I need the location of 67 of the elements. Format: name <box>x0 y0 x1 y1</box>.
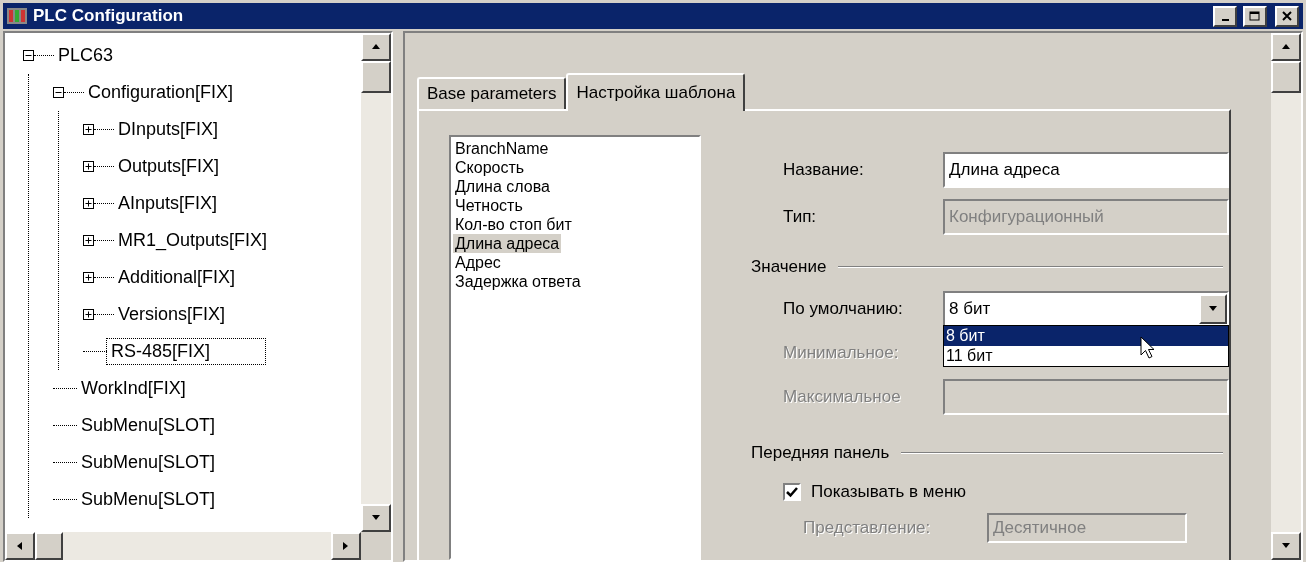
field-label: Название: <box>783 160 865 180</box>
default-value-dropdown[interactable]: 8 бит <box>943 291 1229 327</box>
expand-icon[interactable] <box>83 272 94 283</box>
vertical-scrollbar[interactable] <box>1271 33 1301 560</box>
expand-icon[interactable] <box>83 309 94 320</box>
field-label: Максимальное <box>783 387 902 407</box>
tab[interactable]: Base parameters <box>417 77 567 109</box>
tree-item[interactable]: AInputs[FIX] <box>114 191 222 216</box>
expand-icon[interactable] <box>83 198 94 209</box>
list-item[interactable]: Длина слова <box>453 177 552 196</box>
list-item[interactable]: Длина адреса <box>453 234 562 253</box>
tree-item[interactable]: Additional[FIX] <box>114 265 240 290</box>
list-item[interactable]: Кол-во стоп бит <box>453 215 574 234</box>
field-label: Тип: <box>783 207 818 227</box>
group-title: Значение <box>751 257 827 277</box>
close-icon <box>1282 11 1292 21</box>
scroll-down-button[interactable] <box>361 504 391 532</box>
collapse-icon[interactable] <box>53 87 64 98</box>
app-icon <box>7 7 27 25</box>
group-title: Передняя панель <box>751 443 890 463</box>
expand-icon[interactable] <box>83 235 94 246</box>
maximize-button[interactable] <box>1243 5 1267 27</box>
list-item[interactable]: Четность <box>453 196 525 215</box>
collapse-icon[interactable] <box>23 50 34 61</box>
scroll-left-button[interactable] <box>5 532 35 560</box>
scroll-up-button[interactable] <box>361 33 391 61</box>
tree-item[interactable]: SubMenu[SLOT] <box>77 487 220 512</box>
tree-item[interactable]: DInputs[FIX] <box>114 117 223 142</box>
scrollbar-corner <box>361 532 391 560</box>
scroll-up-button[interactable] <box>1271 33 1301 61</box>
vertical-scrollbar[interactable] <box>361 33 391 532</box>
checkbox[interactable] <box>783 483 801 501</box>
expand-icon[interactable] <box>83 124 94 135</box>
tree-item[interactable]: SubMenu[SLOT] <box>77 413 220 438</box>
field-label: Представление: <box>803 518 932 538</box>
tree-item[interactable]: WorkInd[FIX] <box>77 376 190 401</box>
close-button[interactable] <box>1275 5 1299 27</box>
maximize-icon <box>1249 10 1261 22</box>
expand-icon[interactable] <box>83 161 94 172</box>
scroll-thumb[interactable] <box>35 532 63 560</box>
dropdown-button[interactable] <box>1199 294 1227 324</box>
tree-item[interactable]: Configuration[FIX] <box>84 80 238 105</box>
name-input[interactable]: Длина адреса <box>943 152 1229 188</box>
window-title: PLC Configuration <box>33 6 185 26</box>
tree-item[interactable]: SubMenu[SLOT] <box>77 450 220 475</box>
field-label: По умолчанию: <box>783 299 904 319</box>
tree-item[interactable]: Outputs[FIX] <box>114 154 224 179</box>
list-item[interactable]: BranchName <box>453 139 551 158</box>
tab[interactable]: Настройка шаблона <box>566 73 746 111</box>
tree-item[interactable]: MR1_Outputs[FIX] <box>114 228 272 253</box>
tree-item[interactable]: RS-485[FIX] <box>107 339 265 364</box>
checkbox-label: Показывать в меню <box>811 482 967 502</box>
list-item[interactable]: Скорость <box>453 158 527 177</box>
horizontal-scrollbar[interactable] <box>5 532 361 560</box>
minimize-icon <box>1221 19 1229 21</box>
field-label: Минимальное: <box>783 343 900 363</box>
scroll-thumb[interactable] <box>361 61 391 93</box>
scroll-down-button[interactable] <box>1271 532 1301 560</box>
tree-item[interactable]: Versions[FIX] <box>114 302 230 327</box>
minimize-button[interactable] <box>1213 5 1237 27</box>
list-item[interactable]: Адрес <box>453 253 503 272</box>
mouse-pointer-icon <box>1140 336 1156 360</box>
dropdown-option[interactable]: 8 бит <box>944 326 1228 346</box>
scroll-right-button[interactable] <box>331 532 361 560</box>
scroll-thumb[interactable] <box>1271 61 1301 93</box>
list-item[interactable]: Задержка ответа <box>453 272 583 291</box>
tree-item[interactable]: PLC63 <box>54 43 118 68</box>
